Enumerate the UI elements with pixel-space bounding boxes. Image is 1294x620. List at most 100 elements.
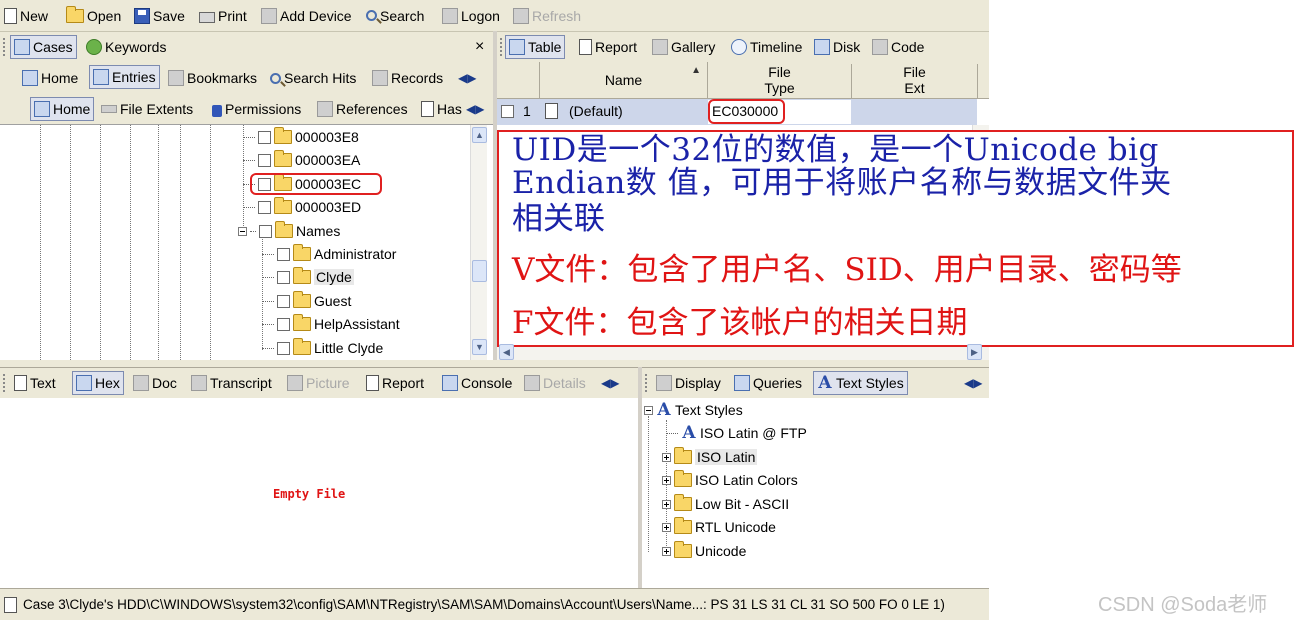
refresh-button[interactable]: Refresh: [513, 0, 581, 31]
horizontal-splitter[interactable]: [0, 360, 989, 367]
annotation-line-3: 相关联: [512, 201, 605, 237]
tab-display[interactable]: Display: [656, 368, 721, 398]
tree-item-low-bit-ascii[interactable]: Low Bit - ASCII: [662, 493, 789, 515]
styles-tab-scroll[interactable]: ◀▶: [964, 368, 982, 398]
expand-toggle[interactable]: [662, 546, 671, 556]
tab-queries[interactable]: Queries: [734, 368, 802, 398]
table-hscrollbar[interactable]: ◀ ▶: [497, 344, 989, 360]
tree-item-names[interactable]: Names: [238, 220, 340, 242]
tab-search-hits[interactable]: Search Hits: [270, 62, 356, 94]
tab-table[interactable]: Table: [505, 35, 566, 59]
folder-icon: [274, 197, 292, 214]
subtab-scroll-arrows[interactable]: ◀▶: [466, 94, 484, 124]
checkbox[interactable]: [258, 153, 271, 167]
tab-text-styles[interactable]: A Text Styles: [813, 371, 908, 395]
expand-toggle[interactable]: [662, 452, 671, 462]
checkbox[interactable]: [258, 200, 271, 214]
tab-timeline[interactable]: Timeline: [731, 32, 802, 62]
column-header-name[interactable]: Name ▲: [540, 62, 708, 99]
tree-item-000003ed[interactable]: 000003ED: [243, 196, 361, 218]
tree-item-000003e8[interactable]: 000003E8: [243, 126, 359, 148]
tab-home[interactable]: Home: [22, 62, 78, 94]
tab-gallery[interactable]: Gallery: [652, 32, 715, 62]
subtab-references[interactable]: References: [317, 94, 408, 124]
tree-scrollbar[interactable]: ▲ ▼: [470, 125, 487, 360]
gallery-icon: [652, 39, 668, 55]
checkbox[interactable]: [259, 224, 272, 238]
tab-hex[interactable]: Hex: [72, 371, 124, 395]
close-icon: ×: [475, 38, 485, 55]
tree-item-unicode[interactable]: Unicode: [662, 540, 746, 562]
tab-cases[interactable]: Cases: [10, 35, 77, 59]
tab-bookmarks-label: Bookmarks: [187, 70, 258, 86]
tree-item-clyde[interactable]: Clyde: [262, 266, 354, 288]
checkbox[interactable]: [258, 130, 271, 144]
checkbox[interactable]: [277, 247, 290, 261]
tab-records[interactable]: Records: [372, 62, 443, 94]
add-device-button[interactable]: Add Device: [261, 0, 352, 31]
tree-item-guest[interactable]: Guest: [262, 290, 351, 312]
tree-item-label: 000003ED: [295, 199, 362, 215]
tab-disk[interactable]: Disk: [814, 32, 860, 62]
tab-details[interactable]: Details: [524, 368, 586, 398]
tab-report[interactable]: Report: [579, 32, 637, 62]
tab-picture[interactable]: Picture: [287, 368, 350, 398]
close-pane-button[interactable]: ×: [475, 32, 484, 62]
subtab-permissions[interactable]: Permissions: [212, 94, 301, 124]
toolbar-grip: [3, 38, 6, 56]
tree-item-000003ea[interactable]: 000003EA: [243, 149, 360, 171]
expand-toggle[interactable]: [662, 522, 671, 532]
details-icon: [524, 375, 540, 391]
tab-entries[interactable]: Entries: [89, 65, 160, 89]
subtab-home[interactable]: Home: [30, 97, 95, 121]
collapse-toggle[interactable]: [238, 226, 247, 236]
open-button[interactable]: Open: [66, 0, 121, 31]
tab-code[interactable]: Code: [872, 32, 924, 62]
report-icon: [579, 39, 592, 55]
expand-toggle[interactable]: [662, 499, 671, 509]
folder-icon: [293, 244, 311, 261]
scroll-thumb[interactable]: [472, 260, 487, 282]
scroll-up-icon[interactable]: ▲: [472, 127, 487, 143]
tab-report-bottom[interactable]: Report: [366, 368, 424, 398]
tree-item-little-clyde[interactable]: Little Clyde: [262, 337, 383, 359]
search-button[interactable]: Search: [366, 0, 424, 31]
checkbox[interactable]: [277, 294, 290, 308]
tab-bookmarks[interactable]: Bookmarks: [168, 62, 257, 94]
tab-scroll-arrows[interactable]: ◀▶: [458, 62, 476, 94]
collapse-toggle[interactable]: [644, 405, 653, 415]
folder-icon: [293, 314, 311, 331]
tab-text[interactable]: Text: [14, 368, 56, 398]
logon-button[interactable]: Logon: [442, 0, 500, 31]
column-header-file-type[interactable]: File Type: [708, 64, 852, 99]
checkbox[interactable]: [277, 270, 290, 284]
row-checkbox[interactable]: [501, 105, 514, 118]
print-button[interactable]: Print: [199, 0, 247, 31]
tree-item-text-styles[interactable]: A Text Styles: [644, 399, 743, 421]
tree-item-iso-latin-colors[interactable]: ISO Latin Colors: [662, 469, 798, 491]
tab-keywords[interactable]: Keywords: [86, 32, 166, 62]
scroll-left-icon[interactable]: ◀: [499, 344, 514, 360]
tree-item-helpassistant[interactable]: HelpAssistant: [262, 313, 400, 335]
tree-item-iso-latin-ftp[interactable]: A ISO Latin @ FTP: [666, 422, 807, 444]
subtab-hash[interactable]: Has: [421, 94, 462, 124]
tree-item-administrator[interactable]: Administrator: [262, 243, 396, 265]
subtab-file-extents[interactable]: File Extents: [101, 94, 193, 124]
expand-toggle[interactable]: [662, 475, 671, 485]
tab-transcript[interactable]: Transcript: [191, 368, 272, 398]
tab-console[interactable]: Console: [442, 368, 512, 398]
checkbox[interactable]: [277, 317, 290, 331]
viewer-tab-scroll[interactable]: ◀▶: [601, 368, 619, 398]
tree-item-rtl-unicode[interactable]: RTL Unicode: [662, 516, 776, 538]
hex-viewer[interactable]: Empty File: [0, 398, 638, 588]
save-button[interactable]: Save: [134, 0, 185, 31]
scroll-down-icon[interactable]: ▼: [472, 339, 487, 355]
add-device-label: Add Device: [280, 7, 352, 24]
scroll-right-icon[interactable]: ▶: [967, 344, 982, 360]
checkbox[interactable]: [277, 341, 290, 355]
tree-item-iso-latin[interactable]: ISO Latin: [662, 446, 758, 468]
tab-doc[interactable]: Doc: [133, 368, 177, 398]
cases-tabbar: Cases Keywords ×: [0, 31, 493, 62]
new-button[interactable]: New: [4, 0, 48, 31]
column-header-file-ext[interactable]: File Ext: [852, 64, 978, 99]
